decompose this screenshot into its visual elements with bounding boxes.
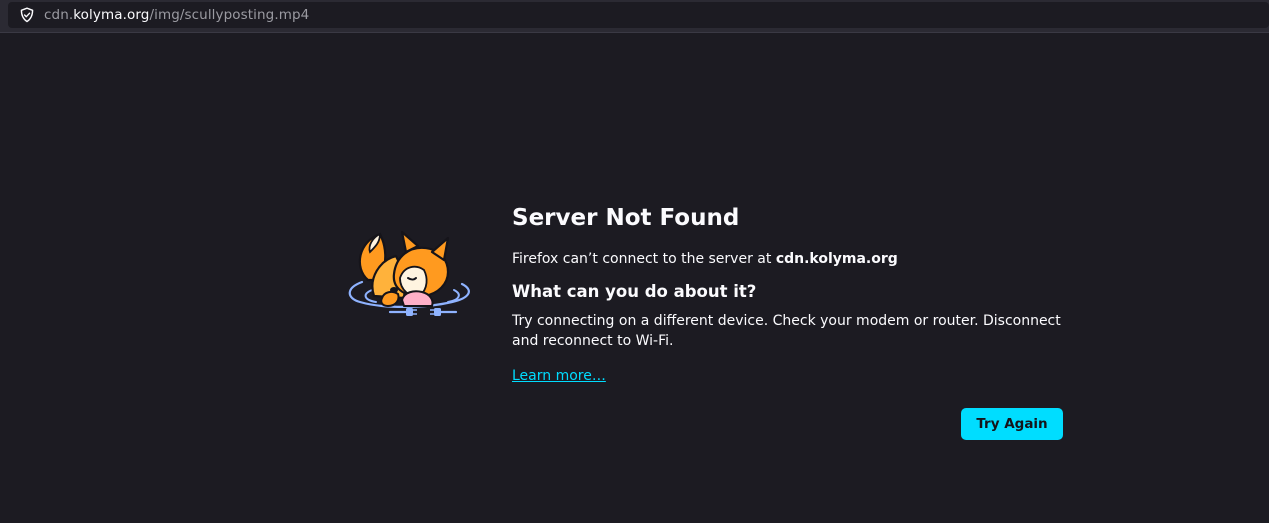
description-text: Firefox can’t connect to the server at	[512, 251, 776, 267]
error-description: Firefox can’t connect to the server at c…	[512, 249, 1064, 269]
try-again-button[interactable]: Try Again	[961, 408, 1063, 440]
url-field[interactable]: cdn.kolyma.org/img/scullyposting.mp4	[8, 2, 1269, 28]
error-content: Server Not Found Firefox can’t connect t…	[512, 200, 1064, 386]
page-title: Server Not Found	[512, 205, 740, 231]
url-path: /img/scullyposting.mp4	[149, 7, 310, 23]
button-row: Try Again	[961, 408, 1063, 440]
url-prefix: cdn.	[44, 7, 74, 23]
section-heading: What can you do about it?	[512, 282, 757, 301]
url-host: kolyma.org	[73, 7, 150, 23]
learn-more-link[interactable]: Learn more…	[512, 366, 606, 386]
description-host: cdn.kolyma.org	[775, 251, 898, 267]
url-text[interactable]: cdn.kolyma.org/img/scullyposting.mp4	[44, 7, 309, 23]
address-bar-container: cdn.kolyma.org/img/scullyposting.mp4	[0, 0, 1269, 33]
fox-unplugged-illustration	[344, 216, 474, 320]
advice-text: Try connecting on a different device. Ch…	[512, 313, 1061, 349]
shield-icon[interactable]	[18, 6, 36, 24]
